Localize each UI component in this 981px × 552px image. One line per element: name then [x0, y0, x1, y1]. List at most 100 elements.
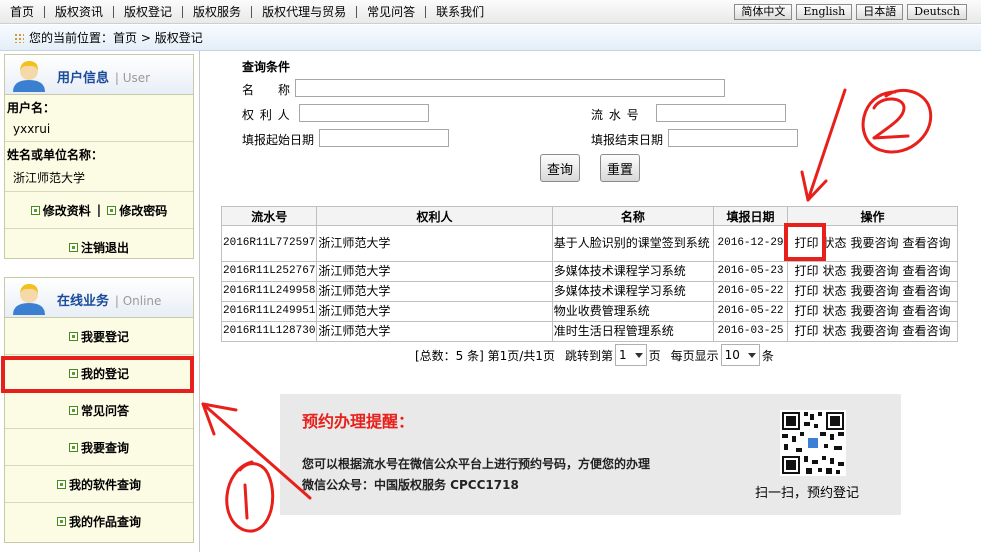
- consult-link[interactable]: 我要咨询: [851, 284, 899, 298]
- number-1-stroke: [243, 483, 249, 520]
- menu-bullet-icon: [56, 517, 66, 526]
- reset-button[interactable]: 重置: [600, 154, 640, 182]
- view-consult-link[interactable]: 查看咨询: [903, 304, 951, 318]
- nav-registration[interactable]: 版权登记: [114, 6, 184, 18]
- menu-software-query-label: 我的软件查询: [68, 477, 141, 492]
- col-date: 填报日期: [713, 206, 789, 226]
- logout-link[interactable]: 注销退出: [81, 239, 129, 256]
- end-date-input[interactable]: [668, 129, 798, 147]
- cell-name: 多媒体技术课程学习系统: [551, 261, 715, 282]
- number-2-stroke: [872, 97, 910, 140]
- lang-ja-button[interactable]: 日本語: [856, 4, 904, 20]
- online-services-title-en: | Online: [111, 294, 162, 308]
- cell-serial: 2016R11L249958: [220, 281, 318, 302]
- lang-zh-button[interactable]: 简体中文: [734, 4, 793, 20]
- print-link[interactable]: 打印: [794, 264, 818, 278]
- menu-bullet-icon: [68, 442, 78, 452]
- menu-register-label: 我要登记: [80, 329, 129, 344]
- view-consult-link[interactable]: 查看咨询: [903, 264, 951, 278]
- cell-serial: 2016R11L249951: [220, 301, 318, 322]
- qr-scan-caption: 扫一扫，预约登记: [755, 486, 860, 501]
- consult-link[interactable]: 我要咨询: [851, 264, 899, 278]
- chevron-down-icon: [634, 352, 643, 358]
- logout-icon: [68, 243, 78, 252]
- breadcrumb-path[interactable]: 首页 > 版权登记: [113, 29, 203, 46]
- view-consult-link[interactable]: 查看咨询: [903, 284, 951, 298]
- top-nav-links: 首页 版权资讯 版权登记 版权服务 版权代理与贸易 常见问答 联系我们: [0, 0, 494, 24]
- notice-title: 预约办理提醒：: [302, 412, 415, 431]
- breadcrumb-dots-icon: [14, 32, 24, 43]
- view-consult-link[interactable]: 查看咨询: [903, 324, 951, 338]
- highlight-my-registrations: [1, 356, 194, 393]
- search-button[interactable]: 查询: [540, 154, 580, 182]
- user-info-title: 用户信息 | User: [57, 71, 151, 86]
- rightholder-input[interactable]: [299, 104, 429, 122]
- language-switcher: 简体中文 English 日本語 Deutsch: [734, 4, 967, 20]
- start-date-input[interactable]: [319, 129, 449, 147]
- query-title: 查询条件: [242, 60, 291, 74]
- edit-profile-icon: [30, 205, 40, 215]
- name-input[interactable]: [295, 79, 725, 97]
- edit-profile-link[interactable]: 修改资料: [43, 202, 91, 219]
- cell-ops: 打印 状态 我要咨询 查看咨询: [787, 281, 958, 302]
- pager-page-suffix: 页: [648, 348, 661, 363]
- consult-link[interactable]: 我要咨询: [851, 304, 899, 318]
- print-link[interactable]: 打印: [794, 304, 818, 318]
- nav-contact[interactable]: 联系我们: [426, 6, 494, 18]
- menu-query[interactable]: 我要查询: [5, 429, 193, 466]
- table-row: 2016R11L772597 浙江师范大学 基于人脸识别的课堂签到系统 2016-12…: [220, 225, 958, 262]
- status-link[interactable]: 状态: [822, 304, 846, 318]
- status-link[interactable]: 状态: [822, 324, 846, 338]
- cell-owner: 浙江师范大学: [316, 225, 553, 262]
- menu-works-query-label: 我的作品查询: [68, 515, 141, 529]
- menu-faq[interactable]: 常见问答: [5, 392, 193, 429]
- menu-faq-label: 常见问答: [80, 403, 129, 418]
- nav-news[interactable]: 版权资讯: [45, 6, 115, 18]
- serial-input[interactable]: [656, 104, 786, 122]
- notice-line-1: 您可以根据流水号在微信公众平台上进行预约号码，方便您的办理: [302, 457, 651, 471]
- status-link[interactable]: 状态: [822, 264, 846, 278]
- print-link[interactable]: 打印: [794, 284, 818, 298]
- col-owner: 权利人: [316, 206, 553, 226]
- status-link[interactable]: 状态: [822, 284, 846, 298]
- lang-de-button[interactable]: Deutsch: [907, 4, 967, 20]
- rightholder-label: 权 利 人: [242, 108, 291, 122]
- print-link[interactable]: 打印: [794, 324, 818, 338]
- nav-home[interactable]: 首页: [0, 6, 46, 18]
- pager-jump-prefix: 跳转到第: [564, 348, 613, 363]
- org-label: 姓名或单位名称：: [7, 148, 104, 162]
- page-select[interactable]: 1: [614, 344, 647, 366]
- online-services-title: 在线业务 | Online: [57, 294, 162, 309]
- nav-faq[interactable]: 常见问答: [357, 6, 427, 18]
- menu-bullet-icon: [56, 479, 66, 489]
- status-link[interactable]: 状态: [822, 236, 846, 250]
- name-label: 名 称: [242, 83, 297, 97]
- cell-serial: 2016R11L772597: [220, 225, 318, 262]
- lang-en-button[interactable]: English: [796, 4, 853, 20]
- profile-actions-separator: |: [96, 203, 102, 217]
- edit-password-link[interactable]: 修改密码: [119, 202, 167, 219]
- notice-line-2: 微信公众号：中国版权服务 CPCC1718: [302, 478, 519, 492]
- table-header-row: 流水号 权利人 名称 填报日期 操作: [220, 206, 958, 226]
- cell-ops: 打印 状态 我要咨询 查看咨询: [787, 301, 958, 322]
- view-consult-link[interactable]: 查看咨询: [903, 236, 951, 250]
- cell-owner: 浙江师范大学: [316, 281, 553, 302]
- menu-software-query[interactable]: 我的软件查询: [5, 466, 193, 503]
- online-services-panel: 在线业务 | Online 我要登记 我的登记 常见问答 我要查询 我的软件查询…: [4, 277, 194, 543]
- nav-agency-trade[interactable]: 版权代理与贸易: [252, 6, 358, 18]
- cell-owner: 浙江师范大学: [316, 261, 553, 282]
- cell-name: 多媒体技术课程学习系统: [551, 281, 715, 302]
- per-page-select[interactable]: 10: [720, 344, 760, 366]
- menu-works-query[interactable]: 我的作品查询: [5, 503, 193, 540]
- consult-link[interactable]: 我要咨询: [851, 236, 899, 250]
- menu-bullet-icon: [68, 331, 78, 341]
- table-row: 2016R11L128730 浙江师范大学 准时生活日程管理系统 2016-03-25…: [220, 321, 958, 342]
- chevron-down-icon: [747, 352, 756, 358]
- serial-label: 流 水 号: [591, 108, 640, 122]
- consult-link[interactable]: 我要咨询: [851, 324, 899, 338]
- org-value: 浙江师范大学: [5, 165, 193, 192]
- menu-register[interactable]: 我要登记: [5, 318, 193, 355]
- nav-services[interactable]: 版权服务: [183, 6, 253, 18]
- cell-date: 2016-12-29: [713, 225, 789, 262]
- table-row: 2016R11L249951 浙江师范大学 物业收费管理系统 2016-05-22 打印…: [220, 301, 958, 322]
